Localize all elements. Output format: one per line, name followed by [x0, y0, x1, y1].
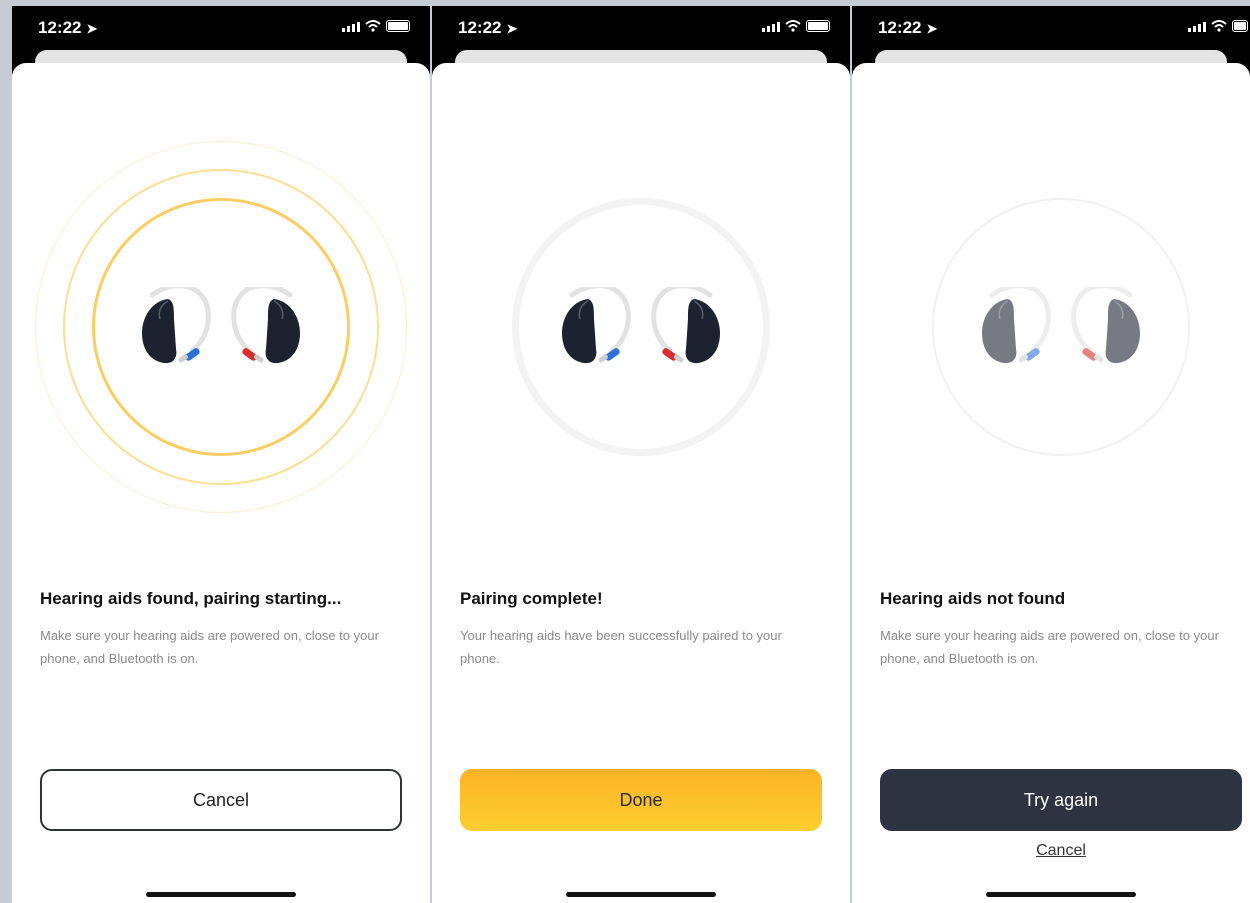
- done-button[interactable]: Done: [460, 769, 822, 831]
- signal-icon: [342, 21, 360, 32]
- status-title: Hearing aids found, pairing starting...: [40, 589, 342, 608]
- phone-screen-not-found: 12:22 ➤ Hearing aids not found Make sure …: [852, 6, 1250, 903]
- wifi-icon: [365, 20, 381, 32]
- phone-screen-pairing: 12:22 ➤ Hearing aids found, pairing start…: [12, 6, 430, 903]
- status-time: 12:22 ➤: [38, 18, 98, 37]
- hearing-aids-icon: [136, 287, 306, 367]
- status-description: Your hearing aids have been successfully…: [460, 628, 782, 666]
- hearing-aids-illustration: [460, 146, 822, 508]
- status-icons: [1188, 20, 1248, 32]
- wifi-icon: [1211, 20, 1227, 32]
- status-icons: [342, 20, 410, 32]
- hearing-aids-icon: [976, 287, 1146, 367]
- signal-icon: [1188, 21, 1206, 32]
- location-arrow-icon: ➤: [926, 21, 938, 36]
- phone-screen-complete: 12:22 ➤ Pairing complete! Your hearing ai…: [432, 6, 850, 903]
- hearing-aids-illustration: [880, 146, 1242, 508]
- status-description: Make sure your hearing aids are powered …: [880, 628, 1219, 666]
- battery-icon: [386, 20, 410, 32]
- home-indicator[interactable]: [566, 892, 716, 897]
- status-icons: [762, 20, 830, 32]
- status-title: Pairing complete!: [460, 589, 603, 608]
- home-indicator[interactable]: [146, 892, 296, 897]
- status-bar: 12:22 ➤: [432, 6, 850, 54]
- cancel-link[interactable]: Cancel: [852, 842, 1250, 860]
- hearing-aids-icon: [556, 287, 726, 367]
- location-arrow-icon: ➤: [506, 21, 518, 36]
- cancel-button[interactable]: Cancel: [40, 769, 402, 831]
- status-time: 12:22 ➤: [878, 18, 938, 37]
- battery-icon: [806, 20, 830, 32]
- location-arrow-icon: ➤: [86, 21, 98, 36]
- status-time: 12:22 ➤: [458, 18, 518, 37]
- status-description: Make sure your hearing aids are powered …: [40, 628, 379, 666]
- try-again-button[interactable]: Try again: [880, 769, 1242, 831]
- home-indicator[interactable]: [986, 892, 1136, 897]
- hearing-aids-illustration: [35, 141, 407, 513]
- status-bar: 12:22 ➤: [852, 6, 1250, 54]
- signal-icon: [762, 21, 780, 32]
- battery-icon: [1232, 20, 1248, 32]
- wifi-icon: [785, 20, 801, 32]
- status-bar: 12:22 ➤: [12, 6, 430, 54]
- status-title: Hearing aids not found: [880, 589, 1066, 608]
